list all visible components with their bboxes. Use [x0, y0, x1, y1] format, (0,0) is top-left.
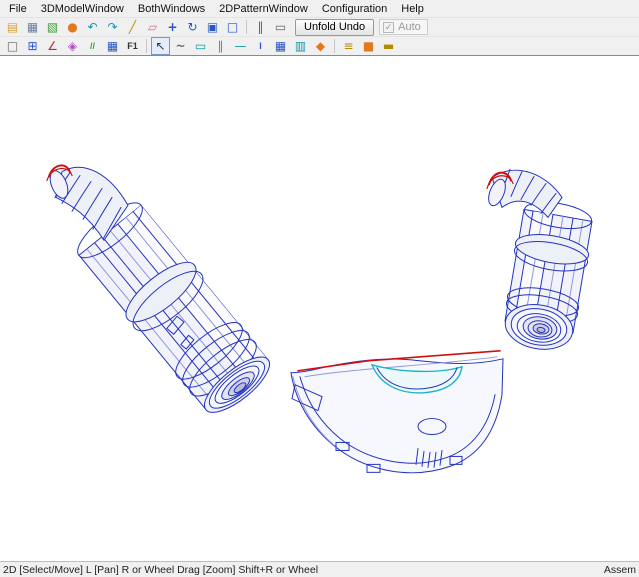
layers-stack-button[interactable]: ≡ [339, 37, 358, 55]
undo-view-button[interactable]: ↶ [83, 18, 102, 36]
redo-view-icon: ↷ [107, 21, 117, 33]
fill-region-icon: ◈ [68, 40, 77, 52]
help-f1-button[interactable]: F1 [123, 37, 142, 55]
workspace-case-icon: ▬ [383, 40, 394, 52]
toolbar-top: ▤ ▦ ▧ ● ↶ ↷ ╱ ▱ + ↻ ▣ □ ‖ ▭ Unfold Undo … [0, 17, 639, 36]
render-shaded-button[interactable]: ● [63, 18, 82, 36]
ruler-tool-button[interactable]: — [231, 37, 250, 55]
marquee-select-icon: □ [7, 40, 18, 52]
application-window: File 3DModelWindow BothWindows 2DPattern… [0, 0, 639, 577]
hatch-pattern-icon: // [90, 42, 95, 51]
texture-tool-icon: ◆ [316, 40, 325, 52]
workspace-case-button[interactable]: ▬ [379, 37, 398, 55]
fill-region-button[interactable]: ◈ [63, 37, 82, 55]
undo-view-icon: ↶ [87, 21, 97, 33]
grid-snap-icon: ⊞ [27, 40, 37, 52]
import-model-icon: ▧ [47, 21, 58, 33]
status-doc-label: Assem [604, 564, 636, 576]
help-f1-icon: F1 [127, 42, 138, 51]
save-file-icon: ▦ [27, 21, 38, 33]
rotate-view-button[interactable]: ↻ [183, 18, 202, 36]
angle-measure-icon: ∠ [47, 40, 58, 52]
menu-item-help[interactable]: Help [394, 2, 431, 16]
menu-item-configuration[interactable]: Configuration [315, 2, 394, 16]
tile-vertical-icon: ▭ [275, 21, 286, 33]
tile-vertical-button[interactable]: ▭ [271, 18, 290, 36]
mesh-grid-button[interactable]: ▦ [103, 37, 122, 55]
erase-tool-button[interactable]: ▱ [143, 18, 162, 36]
preview-window-button[interactable]: ▥ [291, 37, 310, 55]
toolbar-separator [246, 20, 247, 34]
grid-snap-button[interactable]: ⊞ [23, 37, 42, 55]
monitor-2d-icon: ▭ [195, 40, 206, 52]
menu-item-bothwindows[interactable]: BothWindows [131, 2, 212, 16]
zoom-fit-icon: ▣ [207, 21, 218, 33]
toolbar-bottom: □ ⊞ ∠ ◈ // ▦ F1 ↖ ~ ▭ ∥ — I ▦ ▥ ◆ ≡ ■ ▬ [0, 36, 639, 55]
menu-bar: File 3DModelWindow BothWindows 2DPattern… [0, 0, 639, 17]
save-file-button[interactable]: ▦ [23, 18, 42, 36]
redo-view-button[interactable]: ↷ [103, 18, 122, 36]
open-file-icon: ▤ [7, 21, 18, 33]
toolbar-separator [146, 39, 147, 53]
status-hint-text: 2D [Select/Move] L [Pan] R or Wheel Drag… [3, 564, 318, 576]
render-shaded-icon: ● [67, 21, 77, 33]
select-arrow-button[interactable]: ↖ [151, 37, 170, 55]
freehand-tool-button[interactable]: ~ [171, 37, 190, 55]
erase-tool-icon: ▱ [148, 21, 157, 33]
frame-view-icon: □ [227, 21, 238, 33]
shell-part-model [291, 351, 503, 473]
hatch-lines-icon: ∥ [218, 40, 224, 52]
menu-item-2dpatternwindow[interactable]: 2DPatternWindow [212, 2, 315, 16]
draw-tool-icon: ╱ [129, 21, 136, 33]
angle-measure-button[interactable]: ∠ [43, 37, 62, 55]
auto-checkbox: ✓ [383, 22, 394, 33]
auto-checkbox-group[interactable]: ✓ Auto [379, 19, 428, 35]
tile-horizontal-button[interactable]: ‖ [251, 18, 270, 36]
select-arrow-icon: ↖ [155, 40, 165, 52]
left-tube-model [47, 165, 278, 421]
hatch-lines-button[interactable]: ∥ [211, 37, 230, 55]
seam-tool-icon: I [259, 42, 262, 51]
tile-horizontal-icon: ‖ [258, 21, 264, 33]
import-model-button[interactable]: ▧ [43, 18, 62, 36]
freehand-tool-icon: ~ [175, 40, 185, 52]
seam-tool-button[interactable]: I [251, 37, 270, 55]
menu-item-3dmodelwindow[interactable]: 3DModelWindow [34, 2, 131, 16]
package-box-button[interactable]: ■ [359, 37, 378, 55]
pin-tool-icon: + [167, 21, 177, 33]
texture-tool-button[interactable]: ◆ [311, 37, 330, 55]
open-file-button[interactable]: ▤ [3, 18, 22, 36]
menu-item-file[interactable]: File [2, 2, 34, 16]
marquee-select-button[interactable]: □ [3, 37, 22, 55]
table-grid-icon: ▦ [275, 40, 286, 52]
hatch-pattern-button[interactable]: // [83, 37, 102, 55]
rotate-view-icon: ↻ [187, 21, 197, 33]
3d-viewport[interactable] [0, 55, 639, 562]
zoom-fit-button[interactable]: ▣ [203, 18, 222, 36]
toolbar-separator [334, 39, 335, 53]
model-wireframe-drawing [0, 56, 639, 561]
preview-window-icon: ▥ [295, 40, 306, 52]
frame-view-button[interactable]: □ [223, 18, 242, 36]
mesh-grid-icon: ▦ [107, 40, 118, 52]
unfold-undo-button[interactable]: Unfold Undo [295, 19, 374, 36]
package-box-icon: ■ [363, 40, 374, 52]
draw-tool-button[interactable]: ╱ [123, 18, 142, 36]
layers-stack-icon: ≡ [343, 40, 353, 52]
monitor-2d-button[interactable]: ▭ [191, 37, 210, 55]
auto-checkbox-label: Auto [398, 21, 421, 33]
pin-tool-button[interactable]: + [163, 18, 182, 36]
ruler-tool-icon: — [235, 40, 247, 52]
right-tube-model [485, 170, 593, 355]
table-grid-button[interactable]: ▦ [271, 37, 290, 55]
status-bar: 2D [Select/Move] L [Pan] R or Wheel Drag… [0, 562, 639, 577]
